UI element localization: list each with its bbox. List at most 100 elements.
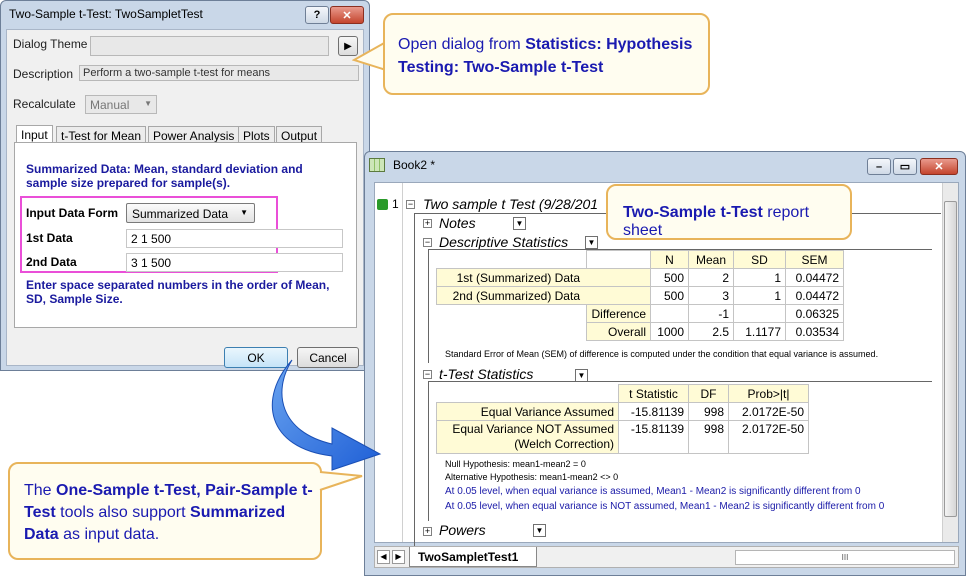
chevron-down-icon: ▼ bbox=[240, 208, 248, 217]
desc-cell: -1 bbox=[688, 304, 734, 323]
horizontal-scrollbar[interactable]: III bbox=[735, 550, 955, 565]
chevron-down-icon: ▼ bbox=[144, 99, 152, 108]
descriptive-dropdown[interactable]: ▼ bbox=[585, 236, 598, 249]
collapse-ttest-button[interactable]: − bbox=[423, 370, 432, 379]
second-data-label: 2nd Data bbox=[26, 255, 77, 269]
desc-cell: 2.5 bbox=[688, 322, 734, 341]
scroll-left-icon[interactable]: ◀ bbox=[377, 550, 390, 564]
desc-row-label: 2nd (Summarized) Data bbox=[436, 286, 651, 305]
t-row-label: Equal Variance Assumed bbox=[436, 402, 619, 421]
book-close-button[interactable]: ✕ bbox=[920, 158, 958, 175]
summarized-data-text: Summarized Data: Mean, standard deviatio… bbox=[26, 162, 303, 190]
t-cell: -15.81139 bbox=[618, 402, 689, 421]
conclusion-equal: At 0.05 level, when equal variance is as… bbox=[445, 486, 861, 497]
powers-section: Powers bbox=[439, 522, 486, 538]
restore-button[interactable]: ▭ bbox=[893, 158, 917, 175]
ttest-dialog: Two-Sample t-Test: TwoSampletTest ? ✕ Di… bbox=[0, 0, 370, 371]
vertical-scroll-thumb[interactable] bbox=[944, 201, 957, 517]
t-cell: -15.81139 bbox=[618, 420, 689, 454]
callout-text-3: tools also support bbox=[55, 504, 191, 521]
second-data-input[interactable]: 3 1 500 bbox=[126, 253, 343, 272]
desc-cell: 0.04472 bbox=[785, 268, 844, 287]
recalculate-label: Recalculate bbox=[13, 97, 76, 111]
input-form-label: Input Data Form bbox=[26, 206, 118, 220]
sheet-tab-twosamplettest1[interactable]: TwoSampletTest1 bbox=[409, 547, 537, 567]
desc-cell: 1 bbox=[733, 286, 786, 305]
vertical-scrollbar[interactable] bbox=[942, 183, 958, 542]
t-cell: 2.0172E-50 bbox=[728, 420, 809, 454]
callout-report-sheet: Two-Sample t-Test report sheet bbox=[606, 184, 852, 240]
desc-footnote: Standard Error of Mean (SEM) of differen… bbox=[445, 349, 879, 359]
minimize-icon: – bbox=[875, 160, 883, 173]
recalculate-value: Manual bbox=[90, 98, 130, 112]
powers-dropdown[interactable]: ▼ bbox=[533, 524, 546, 537]
ttest-section: t-Test Statistics bbox=[439, 366, 534, 382]
desc-cell bbox=[650, 304, 689, 323]
recalculate-select[interactable]: Manual ▼ bbox=[85, 95, 157, 114]
first-data-input[interactable]: 2 1 500 bbox=[126, 229, 343, 248]
collapse-report-button[interactable]: − bbox=[406, 200, 415, 209]
sheet-tab-bar: ◀ ▶ TwoSampletTest1 III bbox=[374, 546, 959, 568]
notes-section: Notes bbox=[439, 215, 476, 231]
desc-row-label: Overall bbox=[586, 322, 651, 341]
t-header-df: DF bbox=[688, 384, 729, 403]
desc-header-sd: SD bbox=[733, 250, 786, 269]
callout-open-dialog: Open dialog from Statistics: Hypothesis … bbox=[383, 13, 710, 95]
dialog-title: Two-Sample t-Test: TwoSampletTest bbox=[9, 7, 203, 21]
desc-row-label: Difference bbox=[586, 304, 651, 323]
restore-icon: ▭ bbox=[899, 161, 911, 173]
minimize-button[interactable]: – bbox=[867, 158, 891, 175]
table-row: Equal Variance NOT Assumed (Welch Correc… bbox=[436, 420, 809, 454]
callout-text-5: as input data. bbox=[58, 526, 160, 543]
input-form-value: Summarized Data bbox=[132, 207, 229, 221]
scroll-right-icon[interactable]: ▶ bbox=[392, 550, 405, 564]
workbook-icon bbox=[369, 158, 385, 172]
expand-powers-button[interactable]: + bbox=[423, 527, 432, 536]
close-button[interactable]: ✕ bbox=[330, 6, 364, 24]
collapse-descriptive-button[interactable]: − bbox=[423, 238, 432, 247]
desc-cell: 0.04472 bbox=[785, 286, 844, 305]
desc-row-label: 1st (Summarized) Data bbox=[436, 268, 651, 287]
table-row: 2nd (Summarized) Data 500 3 1 0.04472 bbox=[436, 286, 844, 305]
table-row: Difference -1 0.06325 bbox=[436, 304, 844, 323]
expand-notes-button[interactable]: + bbox=[423, 219, 432, 228]
alt-hypothesis: Alternative Hypothesis: mean1-mean2 <> 0 bbox=[445, 472, 619, 482]
curved-arrow-icon bbox=[271, 359, 382, 471]
dialog-theme-field[interactable] bbox=[90, 36, 329, 56]
notes-dropdown[interactable]: ▼ bbox=[513, 217, 526, 230]
desc-cell: 3 bbox=[688, 286, 734, 305]
t-cell: 998 bbox=[688, 420, 729, 454]
t-row-label: Equal Variance NOT Assumed bbox=[452, 422, 614, 436]
desc-header-sem: SEM bbox=[785, 250, 844, 269]
conclusion-welch: At 0.05 level, when equal variance is NO… bbox=[445, 501, 885, 512]
report-title: Two sample t Test (9/28/201 bbox=[423, 196, 599, 212]
table-row: Overall 1000 2.5 1.1177 0.03534 bbox=[436, 322, 844, 341]
desc-cell: 500 bbox=[650, 286, 689, 305]
descriptive-section: Descriptive Statistics bbox=[439, 234, 569, 250]
t-cell: 998 bbox=[688, 402, 729, 421]
close-icon: ✕ bbox=[934, 161, 944, 173]
callout-text-1: The bbox=[24, 482, 57, 499]
callout-summarized-data: The One-Sample t-Test, Pair-Sample t-Tes… bbox=[8, 462, 322, 560]
t-header-statistic: t Statistic bbox=[618, 384, 689, 403]
lock-icon bbox=[377, 199, 388, 210]
table-row: 1st (Summarized) Data 500 2 1 0.04472 bbox=[436, 268, 844, 287]
description-label: Description bbox=[13, 67, 74, 81]
book-title: Book2 * bbox=[393, 158, 436, 172]
callout-open-dialog-plain: Open dialog from bbox=[398, 36, 526, 53]
t-cell: 2.0172E-50 bbox=[728, 402, 809, 421]
callout-report-bold: Two-Sample t-Test bbox=[623, 204, 763, 221]
null-hypothesis: Null Hypothesis: mean1-mean2 = 0 bbox=[445, 459, 586, 469]
desc-cell: 1.1177 bbox=[733, 322, 786, 341]
help-button[interactable]: ? bbox=[305, 6, 329, 24]
input-hint-text: Enter space separated numbers in the ord… bbox=[26, 278, 330, 306]
desc-cell: 1 bbox=[733, 268, 786, 287]
desc-cell bbox=[733, 304, 786, 323]
description-field: Perform a two-sample t-test for means bbox=[79, 65, 359, 81]
ttest-table: t Statistic DF Prob>|t| Equal Variance A… bbox=[436, 384, 809, 454]
table-row: Equal Variance Assumed -15.81139 998 2.0… bbox=[436, 402, 809, 421]
desc-cell: 500 bbox=[650, 268, 689, 287]
dialog-theme-label: Dialog Theme bbox=[13, 37, 88, 51]
desc-header-mean: Mean bbox=[688, 250, 734, 269]
input-form-select[interactable]: Summarized Data ▼ bbox=[126, 203, 255, 223]
